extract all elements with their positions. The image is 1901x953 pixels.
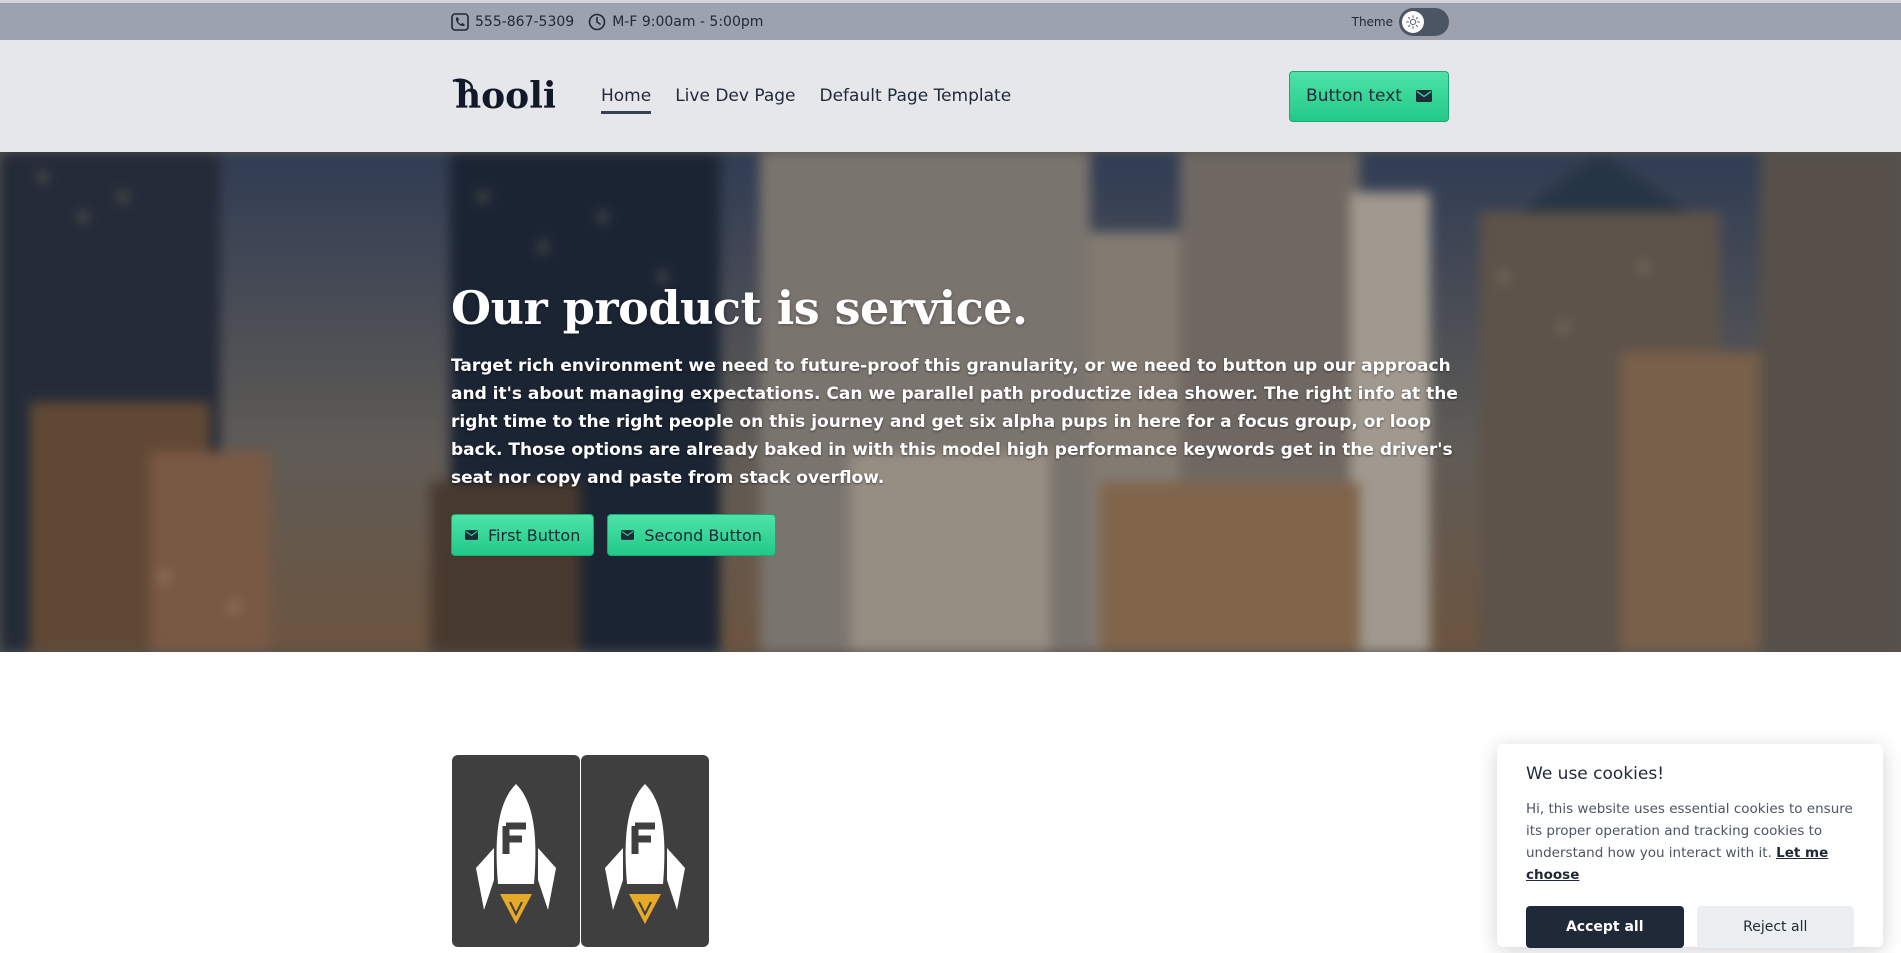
header-cta-button[interactable]: Button text — [1289, 70, 1449, 122]
hero-title: Our product is service. — [451, 281, 1028, 335]
theme-label: Theme — [1351, 14, 1393, 29]
business-hours: M-F 9:00am - 5:00pm — [588, 13, 763, 31]
hours-text: M-F 9:00am - 5:00pm — [612, 13, 764, 30]
hero-buttons: First Button Second Button — [451, 514, 1461, 556]
phone-icon — [451, 12, 469, 31]
site-header: hooli Home Live Dev Page Default Page Te… — [0, 40, 1901, 152]
cookie-banner: We use cookies! Hi, this website uses es… — [1497, 744, 1883, 948]
second-button-label: Second Button — [644, 525, 762, 545]
clock-icon — [588, 13, 606, 30]
header-cta-label: Button text — [1306, 86, 1402, 106]
rocket-card[interactable] — [581, 755, 709, 947]
logo-cards — [452, 755, 710, 947]
mail-icon — [621, 530, 635, 540]
cookie-actions: Accept all Reject all — [1526, 906, 1854, 948]
logo-text: hooli — [455, 75, 555, 117]
first-button-label: First Button — [488, 525, 581, 545]
mail-icon — [1415, 90, 1432, 102]
theme-toggle[interactable] — [1399, 7, 1449, 36]
nav-item-home[interactable]: Home — [601, 80, 652, 114]
hero-content: Our product is service. Target rich envi… — [451, 280, 1461, 556]
nav-item-default-page-template[interactable]: Default Page Template — [820, 80, 1012, 112]
rocket-card[interactable] — [452, 755, 580, 947]
accept-all-button[interactable]: Accept all — [1526, 906, 1684, 948]
mail-icon — [465, 530, 478, 540]
utility-bar-inner: 555-867-5309 M-F 9:00am - 5:00pm Theme — [451, 3, 1449, 40]
cookie-title: We use cookies! — [1526, 764, 1665, 784]
rocket-f-logo-icon — [605, 784, 685, 924]
site-header-inner: hooli Home Live Dev Page Default Page Te… — [451, 40, 1449, 152]
rocket-f-logo-icon — [476, 784, 556, 924]
first-button[interactable]: First Button — [451, 514, 595, 556]
phone-contact[interactable]: 555-867-5309 — [451, 12, 575, 31]
hero-description: Target rich environment we need to futur… — [451, 356, 1458, 488]
nav-item-live-dev-page[interactable]: Live Dev Page — [675, 80, 795, 112]
toggle-knob — [1402, 10, 1424, 33]
theme-switcher: Theme — [1351, 7, 1449, 36]
hero-section: Our product is service. Target rich envi… — [0, 152, 1901, 652]
hooli-logo: hooli — [452, 75, 555, 117]
sun-icon — [1406, 14, 1420, 29]
phone-number: 555-867-5309 — [475, 13, 575, 30]
main-nav: Home Live Dev Page Default Page Template — [601, 80, 1035, 114]
cookie-text: Hi, this website uses essential cookies … — [1526, 798, 1854, 886]
second-button[interactable]: Second Button — [607, 514, 776, 556]
site-logo[interactable]: hooli — [451, 75, 555, 117]
utility-bar: 555-867-5309 M-F 9:00am - 5:00pm Theme — [0, 0, 1901, 40]
reject-all-button[interactable]: Reject all — [1696, 906, 1854, 948]
